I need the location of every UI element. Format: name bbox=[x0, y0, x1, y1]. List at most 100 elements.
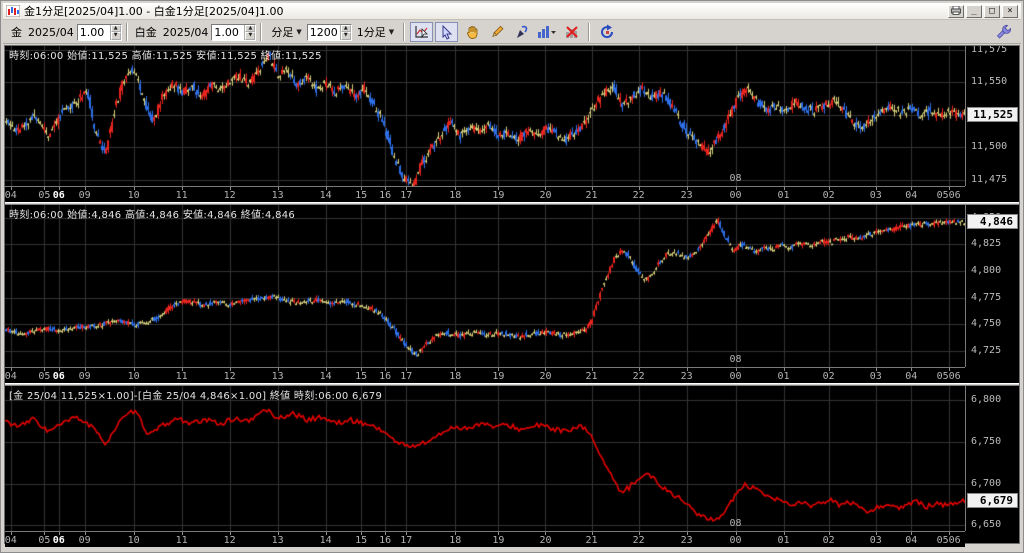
x-axis-label: 0506 bbox=[937, 190, 961, 201]
gold-plot[interactable]: 08 bbox=[5, 46, 965, 186]
chart-style-button[interactable] bbox=[535, 22, 558, 42]
current-price-box: 11,525 bbox=[967, 107, 1018, 122]
select-tool-button[interactable] bbox=[435, 22, 458, 42]
x-axis-label: 02 bbox=[823, 371, 835, 382]
bar-chart-icon bbox=[537, 24, 557, 40]
chevron-down-icon: ▼ bbox=[389, 28, 394, 36]
platinum-chart-panel: 時刻:06:00 始値:4,846 高値:4,846 安値:4,846 終値:4… bbox=[5, 205, 1019, 383]
gold-multiplier-value[interactable]: 1.00 bbox=[78, 25, 110, 40]
pencil-icon bbox=[489, 24, 505, 40]
refresh-button[interactable] bbox=[595, 22, 618, 42]
y-axis-label: 11,475 bbox=[971, 174, 1007, 185]
gold-candle-canvas[interactable] bbox=[5, 46, 965, 186]
x-axis-label: 19 bbox=[492, 190, 504, 201]
x-axis-label: 21 bbox=[586, 190, 598, 201]
x-axis-label: 10 bbox=[128, 535, 140, 546]
toolbar: 金 2025/04 1.00 ▲▼ 白金 2025/04 1.00 ▲▼ 分足 … bbox=[3, 21, 1021, 44]
x-axis-label: 0506 bbox=[937, 535, 961, 546]
spread-info-line: [金 25/04 11,525×1.00]-[白金 25/04 4,846×1.… bbox=[9, 387, 382, 402]
window-title: 金1分足[2025/04]1.00 - 白金1分足[2025/04]1.00 bbox=[24, 3, 284, 19]
y-axis-label: 6,800 bbox=[971, 394, 1001, 405]
x-axis-label: 11 bbox=[176, 190, 188, 201]
x-axis-label: 04 bbox=[5, 371, 17, 382]
x-axis-label: 20 bbox=[539, 190, 551, 201]
gold-label: 金 bbox=[11, 24, 22, 40]
delete-indicator-button[interactable] bbox=[560, 22, 583, 42]
x-axis-label: 14 bbox=[320, 535, 332, 546]
refresh-icon bbox=[599, 24, 615, 40]
x-axis-label: 22 bbox=[633, 371, 645, 382]
spread-chart-panel: [金 25/04 11,525×1.00]-[白金 25/04 4,846×1.… bbox=[5, 386, 1019, 547]
x-axis-label: 04 bbox=[905, 371, 917, 382]
x-axis-label: 05 bbox=[38, 190, 50, 201]
print-button[interactable] bbox=[948, 5, 964, 18]
pen-draw-icon bbox=[514, 24, 530, 40]
gold-time-axis: 0405060910111213141516171819202122230001… bbox=[5, 186, 965, 202]
x-axis-label: 13 bbox=[272, 535, 284, 546]
spread-plot[interactable]: 08 bbox=[5, 386, 965, 531]
bar-count-stepper[interactable]: 1200 ▲▼ bbox=[307, 24, 352, 41]
x-axis-label: 19 bbox=[492, 371, 504, 382]
y-axis-label: 6,650 bbox=[971, 519, 1001, 530]
bar-count-arrows[interactable]: ▲▼ bbox=[340, 25, 351, 40]
interval-label: 1分足 bbox=[357, 24, 386, 40]
x-axis-label: 14 bbox=[320, 190, 332, 201]
platinum-candle-canvas[interactable] bbox=[5, 205, 965, 367]
x-axis-label: 00 bbox=[730, 371, 742, 382]
x-axis-label: 11 bbox=[176, 535, 188, 546]
platinum-plot[interactable]: 08 bbox=[5, 205, 965, 367]
x-axis-label: 01 bbox=[778, 190, 790, 201]
interval-dropdown[interactable]: 1分足 ▼ bbox=[354, 23, 397, 41]
platinum-multiplier-arrows[interactable]: ▲▼ bbox=[244, 25, 255, 40]
platinum-label: 白金 bbox=[135, 24, 157, 40]
pencil-tool-button[interactable] bbox=[485, 22, 508, 42]
x-axis-label: 17 bbox=[400, 535, 412, 546]
x-axis-label: 05 bbox=[38, 371, 50, 382]
gold-multiplier-arrows[interactable]: ▲▼ bbox=[110, 25, 121, 40]
x-axis-label: 10 bbox=[128, 371, 140, 382]
spread-line-canvas[interactable] bbox=[5, 386, 965, 531]
x-axis-label: 12 bbox=[224, 371, 236, 382]
y-axis-label: 4,825 bbox=[971, 238, 1001, 249]
x-axis-label: 04 bbox=[905, 190, 917, 201]
settings-button[interactable] bbox=[992, 22, 1015, 42]
date-label: 08 bbox=[730, 518, 742, 529]
title-bar: 金1分足[2025/04]1.00 - 白金1分足[2025/04]1.00 _… bbox=[3, 3, 1021, 20]
x-axis-label: 00 bbox=[730, 190, 742, 201]
bar-type-dropdown[interactable]: 分足 ▼ bbox=[268, 23, 304, 41]
date-label: 08 bbox=[730, 173, 742, 184]
chart-cursor-button[interactable] bbox=[410, 22, 433, 42]
toolbar-separator bbox=[126, 23, 128, 41]
x-axis-label: 09 bbox=[79, 190, 91, 201]
x-axis-label: 12 bbox=[224, 535, 236, 546]
toolbar-separator bbox=[260, 23, 262, 41]
x-axis-label: 13 bbox=[272, 190, 284, 201]
chart-window: 金1分足[2025/04]1.00 - 白金1分足[2025/04]1.00 _… bbox=[0, 0, 1024, 553]
maximize-button[interactable]: □ bbox=[984, 5, 1000, 18]
x-axis-label: 21 bbox=[586, 371, 598, 382]
platinum-time-axis: 0405060910111213141516171819202122230001… bbox=[5, 367, 965, 383]
x-axis-label: 21 bbox=[586, 535, 598, 546]
platinum-multiplier-value[interactable]: 1.00 bbox=[212, 25, 244, 40]
x-axis-label: 17 bbox=[400, 190, 412, 201]
minimize-button[interactable]: _ bbox=[966, 5, 982, 18]
pan-tool-button[interactable] bbox=[460, 22, 483, 42]
date-label: 08 bbox=[730, 354, 742, 365]
close-button[interactable]: × bbox=[1002, 5, 1018, 18]
x-axis-label: 06 bbox=[53, 371, 65, 382]
hand-icon bbox=[464, 24, 480, 40]
platinum-info-line: 時刻:06:00 始値:4,846 高値:4,846 安値:4,846 終値:4… bbox=[9, 206, 295, 221]
bar-count-value[interactable]: 1200 bbox=[308, 25, 340, 40]
gold-month: 2025/04 bbox=[28, 26, 74, 39]
x-axis-label: 13 bbox=[272, 371, 284, 382]
x-axis-label: 17 bbox=[400, 371, 412, 382]
x-axis-label: 16 bbox=[379, 535, 391, 546]
gold-multiplier-stepper[interactable]: 1.00 ▲▼ bbox=[77, 24, 122, 41]
wrench-icon bbox=[996, 24, 1012, 40]
spread-price-axis: 6,8006,7506,7006,6506,679 bbox=[965, 386, 1019, 531]
platinum-multiplier-stepper[interactable]: 1.00 ▲▼ bbox=[211, 24, 256, 41]
x-axis-label: 12 bbox=[224, 190, 236, 201]
pen-draw-tool-button[interactable] bbox=[510, 22, 533, 42]
x-axis-label: 03 bbox=[870, 190, 882, 201]
toolbar-separator bbox=[403, 23, 405, 41]
